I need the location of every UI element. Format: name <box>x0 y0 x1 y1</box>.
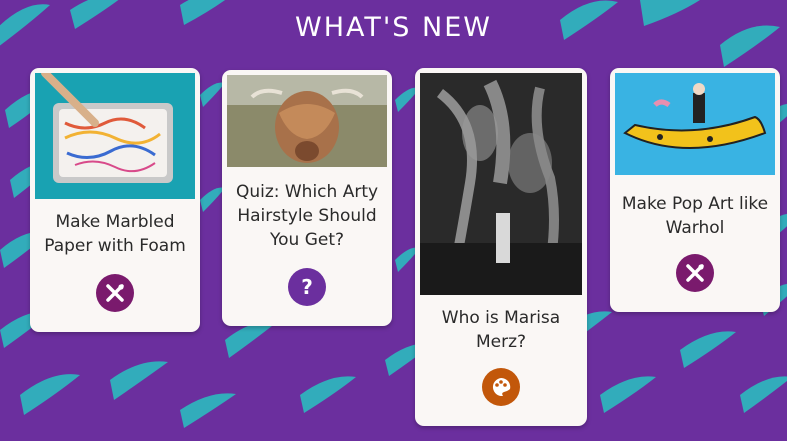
card-marisa-merz[interactable]: Who is Marisa Merz? <box>415 68 587 426</box>
marbled-paper-image <box>35 73 195 199</box>
card-title: Make Pop Art like Warhol <box>621 194 769 238</box>
card-title: Quiz: Which Arty Hairstyle Should You Ge… <box>235 182 379 250</box>
page-title: WHAT'S NEW <box>295 12 492 43</box>
whats-new-panel: WHAT'S NEW Make Marbled Paper with Foam <box>0 0 787 441</box>
question-icon: ? <box>288 268 326 306</box>
card-pop-art[interactable]: Make Pop Art like Warhol <box>610 68 780 312</box>
card-title: Who is Marisa Merz? <box>441 308 561 352</box>
craft-tools-icon <box>676 254 714 292</box>
card-hairstyle-quiz[interactable]: Quiz: Which Arty Hairstyle Should You Ge… <box>222 70 392 326</box>
marisa-merz-image <box>420 73 582 295</box>
card-marbled-paper[interactable]: Make Marbled Paper with Foam <box>30 68 200 332</box>
warhol-banana-image <box>615 73 775 175</box>
card-title: Make Marbled Paper with Foam <box>44 212 186 256</box>
highland-cow-image <box>227 75 387 167</box>
craft-tools-icon <box>96 274 134 312</box>
palette-icon <box>482 368 520 406</box>
